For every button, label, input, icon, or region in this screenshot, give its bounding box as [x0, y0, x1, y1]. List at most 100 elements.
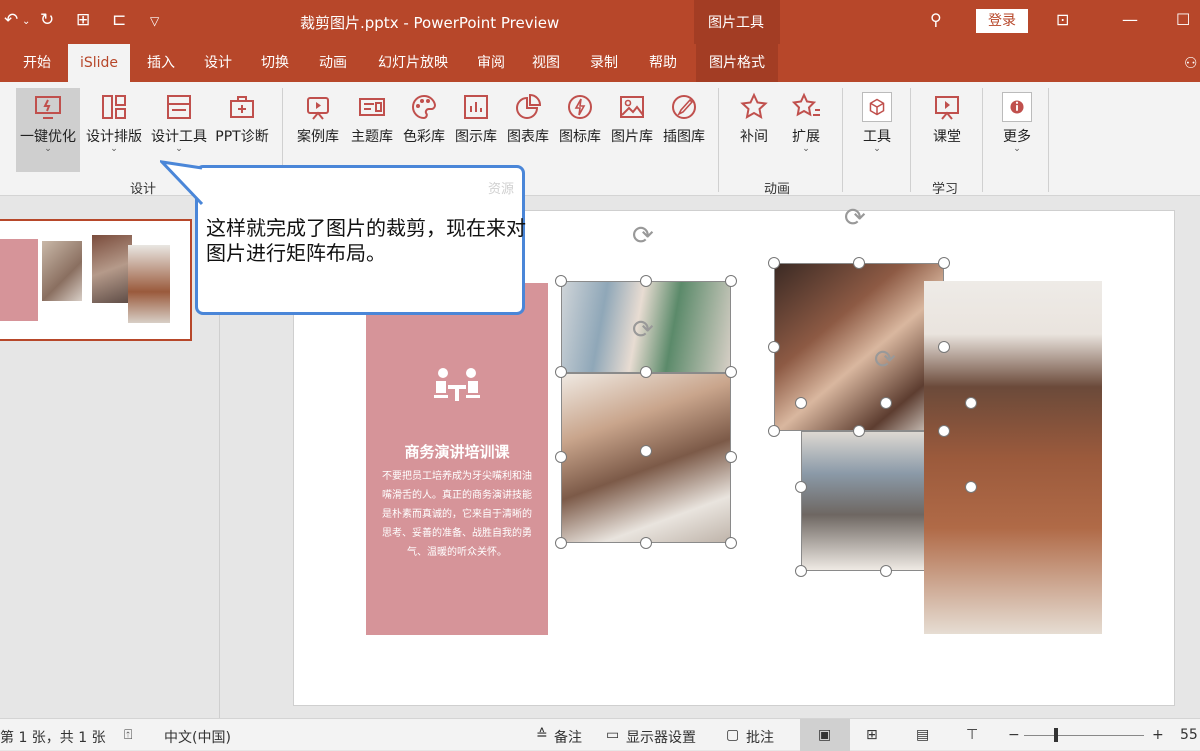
resize-handle[interactable] [965, 481, 977, 493]
display-settings-button[interactable]: 显示器设置 [626, 727, 696, 747]
resize-handle[interactable] [853, 257, 865, 269]
ribbon-display-icon[interactable]: ⊡ [1056, 10, 1069, 29]
language-indicator[interactable]: 中文(中国) [164, 727, 231, 747]
tab-review[interactable]: 审阅 [466, 44, 516, 82]
customize-toolbar-icon[interactable]: ▽ [150, 14, 159, 28]
resize-handle[interactable] [880, 565, 892, 577]
slide-thumbnail-1[interactable] [0, 219, 192, 341]
comments-button[interactable]: 批注 [746, 727, 774, 747]
ppt-diagnosis-button[interactable]: PPT诊断 [212, 88, 272, 172]
login-button[interactable]: 登录 [976, 9, 1028, 33]
status-bar: 第 1 张，共 1 张 ⍐ 中文(中国) ≙ 备注 ▭ 显示器设置 ▢ 批注 ▣… [0, 718, 1200, 751]
theme-library-button[interactable]: 主题库 [346, 88, 398, 172]
rotate-handle-icon[interactable]: ⟳ [844, 203, 866, 233]
tools-button[interactable]: 工具 ⌄ [852, 88, 902, 172]
resize-handle[interactable] [725, 275, 737, 287]
minimize-icon[interactable]: — [1122, 10, 1138, 29]
rotate-handle-icon[interactable]: ⟳ [632, 221, 654, 251]
tab-picture-format[interactable]: 图片格式 [696, 44, 778, 82]
tab-islide[interactable]: iSlide [68, 44, 130, 82]
diagram-library-button[interactable]: 图示库 [450, 88, 502, 172]
resize-handle[interactable] [555, 275, 567, 287]
zoom-in-icon[interactable]: + [1152, 727, 1164, 743]
maximize-icon[interactable]: ☐ [1176, 10, 1190, 29]
icon-library-button[interactable]: 图标库 [554, 88, 606, 172]
more-button[interactable]: 更多 ⌄ [994, 88, 1040, 172]
normal-view-icon: ▣ [818, 727, 832, 743]
case-library-button[interactable]: 案例库 [292, 88, 344, 172]
tab-transitions[interactable]: 切换 [248, 44, 302, 82]
team-photo-bottom[interactable] [561, 373, 731, 543]
zoom-level[interactable]: 55 [1180, 727, 1198, 743]
resize-handle[interactable] [938, 341, 950, 353]
zoom-slider-thumb[interactable] [1054, 728, 1058, 742]
classroom-button[interactable]: 课堂 [922, 88, 972, 172]
resize-handle[interactable] [725, 451, 737, 463]
color-library-button[interactable]: 色彩库 [398, 88, 450, 172]
resize-handle[interactable] [795, 397, 807, 409]
one-click-optimize-button[interactable]: 一键优化 ⌄ [16, 88, 80, 172]
resize-handle[interactable] [725, 537, 737, 549]
chevron-down-icon: ⌄ [1013, 144, 1021, 154]
man-handshake-photo[interactable] [924, 281, 1102, 634]
accessibility-icon[interactable]: ⍐ [124, 727, 132, 743]
tab-help[interactable]: 帮助 [636, 44, 690, 82]
design-tools-label: 设计工具 [151, 129, 207, 145]
resize-handle[interactable] [640, 275, 652, 287]
resize-handle[interactable] [768, 425, 780, 437]
resize-handle[interactable] [555, 366, 567, 378]
open-folder-icon[interactable]: ⊏ [112, 10, 126, 30]
notes-icon[interactable]: ≙ [536, 727, 548, 743]
rotate-handle-icon[interactable]: ⟳ [632, 315, 654, 345]
resize-handle[interactable] [640, 445, 652, 457]
resize-handle[interactable] [640, 537, 652, 549]
reading-view-icon[interactable]: ▤ [916, 727, 929, 743]
resize-handle[interactable] [853, 425, 865, 437]
present-icon[interactable]: ⊞ [76, 10, 90, 30]
extend-button[interactable]: 扩展 ⌄ [782, 88, 830, 172]
zoom-out-icon[interactable]: − [1008, 727, 1020, 743]
chart-library-button[interactable]: 图表库 [502, 88, 554, 172]
resize-handle[interactable] [555, 537, 567, 549]
normal-view-button[interactable]: ▣ [800, 719, 850, 751]
resize-handle[interactable] [795, 481, 807, 493]
rotate-handle-icon[interactable]: ⟳ [874, 345, 896, 375]
resize-handle[interactable] [555, 451, 567, 463]
tools-label: 工具 [863, 129, 891, 145]
image-library-button[interactable]: 图片库 [606, 88, 658, 172]
tween-button[interactable]: 补间 [730, 88, 778, 172]
text-panel[interactable]: 商务演讲培训课 不要把员工培养成为牙尖嘴利和油嘴滑舌的人。真正的商务演讲技能是朴… [366, 283, 548, 635]
notes-button[interactable]: 备注 [554, 727, 582, 747]
resize-handle[interactable] [795, 565, 807, 577]
illustration-library-button[interactable]: 插图库 [658, 88, 710, 172]
tab-insert[interactable]: 插入 [134, 44, 188, 82]
search-icon[interactable]: ⚲ [930, 10, 942, 29]
resize-handle[interactable] [880, 397, 892, 409]
group-label-design: 设计 [130, 182, 157, 197]
comments-icon[interactable]: ▢ [726, 727, 739, 743]
account-icon[interactable]: ⚇ [1184, 54, 1197, 72]
undo-icon[interactable]: ↶ [4, 10, 18, 30]
resize-handle[interactable] [965, 397, 977, 409]
tab-record[interactable]: 录制 [576, 44, 632, 82]
resize-handle[interactable] [938, 425, 950, 437]
title-bar: ↶ ⌄ ↻ ⊞ ⊏ ▽ 裁剪图片.pptx - PowerPoint Previ… [0, 0, 1200, 44]
resize-handle[interactable] [640, 366, 652, 378]
resize-handle[interactable] [725, 366, 737, 378]
design-layout-button[interactable]: 设计排版 ⌄ [82, 88, 146, 172]
undo-dropdown-icon[interactable]: ⌄ [22, 16, 30, 27]
tab-home[interactable]: 开始 [10, 44, 64, 82]
resize-handle[interactable] [768, 341, 780, 353]
tab-slideshow[interactable]: 幻灯片放映 [364, 44, 462, 82]
design-layout-label: 设计排版 [86, 129, 142, 145]
display-settings-icon[interactable]: ▭ [606, 727, 619, 743]
tab-view[interactable]: 视图 [520, 44, 572, 82]
tab-design[interactable]: 设计 [192, 44, 244, 82]
resize-handle[interactable] [938, 257, 950, 269]
redo-icon[interactable]: ↻ [40, 10, 54, 30]
tab-animations[interactable]: 动画 [306, 44, 360, 82]
resize-handle[interactable] [768, 257, 780, 269]
zoom-slider[interactable] [1024, 735, 1144, 736]
slideshow-view-icon[interactable]: ⊤ [966, 727, 978, 743]
slide-sorter-icon[interactable]: ⊞ [866, 727, 878, 743]
